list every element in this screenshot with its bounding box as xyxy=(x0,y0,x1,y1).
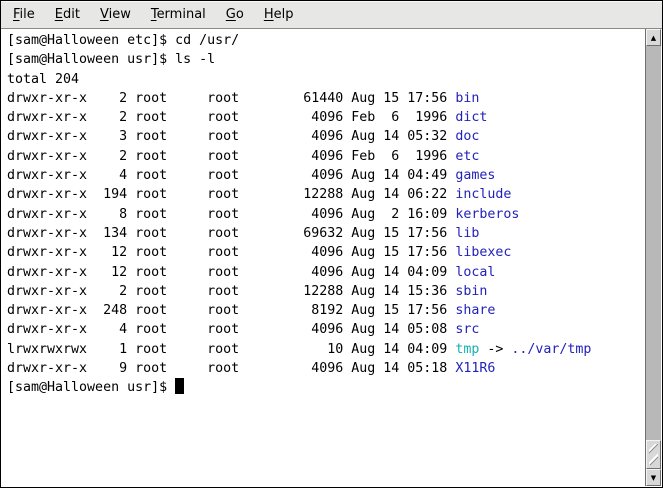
ls-entry-name: src xyxy=(455,322,479,337)
ls-entry-name: etc xyxy=(455,149,479,164)
ls-entry-details: drwxr-xr-x 12 root root 4096 Aug 14 04:0… xyxy=(7,265,455,280)
scrollbar-thumb[interactable] xyxy=(646,440,661,469)
ls-entry-details: drwxr-xr-x 2 root root 61440 Aug 15 17:5… xyxy=(7,91,455,106)
ls-entry-details: drwxr-xr-x 8 root root 4096 Aug 2 16:09 xyxy=(7,207,455,222)
ls-entry-details: drwxr-xr-x 3 root root 4096 Aug 14 05:32 xyxy=(7,129,455,144)
terminal-line: drwxr-xr-x 12 root root 4096 Aug 14 04:0… xyxy=(7,263,645,282)
terminal-line: drwxr-xr-x 2 root root 4096 Feb 6 1996 e… xyxy=(7,147,645,166)
terminal-line: drwxr-xr-x 3 root root 4096 Aug 14 05:32… xyxy=(7,127,645,146)
ls-entry-name: X11R6 xyxy=(455,361,495,376)
ls-entry-name: lib xyxy=(455,226,479,241)
symlink-target: ../var/tmp xyxy=(511,342,591,357)
up-arrow-icon: ▲ xyxy=(651,34,656,42)
menu-item-help[interactable]: Help xyxy=(254,2,304,27)
ls-entry-name: libexec xyxy=(455,245,511,260)
terminal-line: drwxr-xr-x 12 root root 4096 Aug 15 17:5… xyxy=(7,243,645,262)
terminal-text: total 204 xyxy=(7,72,79,87)
scroll-down-button[interactable]: ▼ xyxy=(646,469,661,486)
terminal-line: drwxr-xr-x 4 root root 4096 Aug 14 05:08… xyxy=(7,320,645,339)
menu-item-edit[interactable]: Edit xyxy=(45,2,90,27)
ls-entry-details: drwxr-xr-x 2 root root 4096 Feb 6 1996 xyxy=(7,149,455,164)
scrollbar-grip-icon xyxy=(649,444,658,465)
ls-entry-details: drwxr-xr-x 134 root root 69632 Aug 15 17… xyxy=(7,226,455,241)
scroll-up-button[interactable]: ▲ xyxy=(646,29,661,46)
ls-entry-name: share xyxy=(455,303,495,318)
ls-entry-details: drwxr-xr-x 194 root root 12288 Aug 14 06… xyxy=(7,187,455,202)
terminal-window: FileEditViewTerminalGoHelp [sam@Hallowee… xyxy=(0,0,663,488)
terminal-line: drwxr-xr-x 2 root root 61440 Aug 15 17:5… xyxy=(7,89,645,108)
terminal-line: drwxr-xr-x 9 root root 4096 Aug 14 05:18… xyxy=(7,359,645,378)
ls-entry-name: dict xyxy=(455,110,487,125)
ls-entry-name: kerberos xyxy=(455,207,519,222)
terminal-line: total 204 xyxy=(7,70,645,89)
terminal-line: lrwxrwxrwx 1 root root 10 Aug 14 04:09 t… xyxy=(7,340,645,359)
ls-entry-name: sbin xyxy=(455,284,487,299)
terminal-line: drwxr-xr-x 2 root root 12288 Aug 14 15:3… xyxy=(7,282,645,301)
terminal-line: drwxr-xr-x 194 root root 12288 Aug 14 06… xyxy=(7,185,645,204)
terminal-line: [sam@Halloween usr]$ xyxy=(7,378,645,397)
ls-entry-details: drwxr-xr-x 248 root root 8192 Aug 15 17:… xyxy=(7,303,455,318)
ls-entry-details: lrwxrwxrwx 1 root root 10 Aug 14 04:09 xyxy=(7,342,455,357)
menu-item-file[interactable]: File xyxy=(3,2,45,27)
ls-entry-details: drwxr-xr-x 2 root root 12288 Aug 14 15:3… xyxy=(7,284,455,299)
ls-entry-name: tmp xyxy=(455,342,479,357)
ls-entry-name: doc xyxy=(455,129,479,144)
menu-item-terminal[interactable]: Terminal xyxy=(141,2,216,27)
ls-entry-details: drwxr-xr-x 4 root root 4096 Aug 14 04:49 xyxy=(7,168,455,183)
symlink-arrow: -> xyxy=(479,342,511,357)
menu-bar: FileEditViewTerminalGoHelp xyxy=(1,1,662,29)
down-arrow-icon: ▼ xyxy=(651,474,656,482)
terminal-text: [sam@Halloween usr]$ ls -l xyxy=(7,52,215,67)
ls-entry-details: drwxr-xr-x 2 root root 4096 Feb 6 1996 xyxy=(7,110,455,125)
ls-entry-details: drwxr-xr-x 12 root root 4096 Aug 15 17:5… xyxy=(7,245,455,260)
menu-item-view[interactable]: View xyxy=(90,2,141,27)
window-frame: FileEditViewTerminalGoHelp [sam@Hallowee… xyxy=(0,0,663,488)
terminal-text: [sam@Halloween etc]$ cd /usr/ xyxy=(7,33,239,48)
ls-entry-name: include xyxy=(455,187,511,202)
terminal-line: drwxr-xr-x 248 root root 8192 Aug 15 17:… xyxy=(7,301,645,320)
terminal-screen[interactable]: [sam@Halloween etc]$ cd /usr/ [sam@Hallow… xyxy=(2,29,645,486)
scrollbar[interactable]: ▲ ▼ xyxy=(645,29,661,486)
menu-item-go[interactable]: Go xyxy=(216,2,254,27)
terminal-line: drwxr-xr-x 4 root root 4096 Aug 14 04:49… xyxy=(7,166,645,185)
ls-entry-details: drwxr-xr-x 9 root root 4096 Aug 14 05:18 xyxy=(7,361,455,376)
ls-entry-name: games xyxy=(455,168,495,183)
ls-entry-name: bin xyxy=(455,91,479,106)
terminal-line: [sam@Halloween usr]$ ls -l xyxy=(7,50,645,69)
terminal-line: drwxr-xr-x 134 root root 69632 Aug 15 17… xyxy=(7,224,645,243)
terminal-line: [sam@Halloween etc]$ cd /usr/ xyxy=(7,31,645,50)
ls-entry-details: drwxr-xr-x 4 root root 4096 Aug 14 05:08 xyxy=(7,322,455,337)
scrollbar-trough[interactable] xyxy=(646,46,661,469)
terminal-line: drwxr-xr-x 2 root root 4096 Feb 6 1996 d… xyxy=(7,108,645,127)
terminal-cursor xyxy=(175,378,184,394)
ls-entry-name: local xyxy=(455,265,495,280)
shell-prompt: [sam@Halloween usr]$ xyxy=(7,380,175,395)
terminal-line: drwxr-xr-x 8 root root 4096 Aug 2 16:09 … xyxy=(7,205,645,224)
